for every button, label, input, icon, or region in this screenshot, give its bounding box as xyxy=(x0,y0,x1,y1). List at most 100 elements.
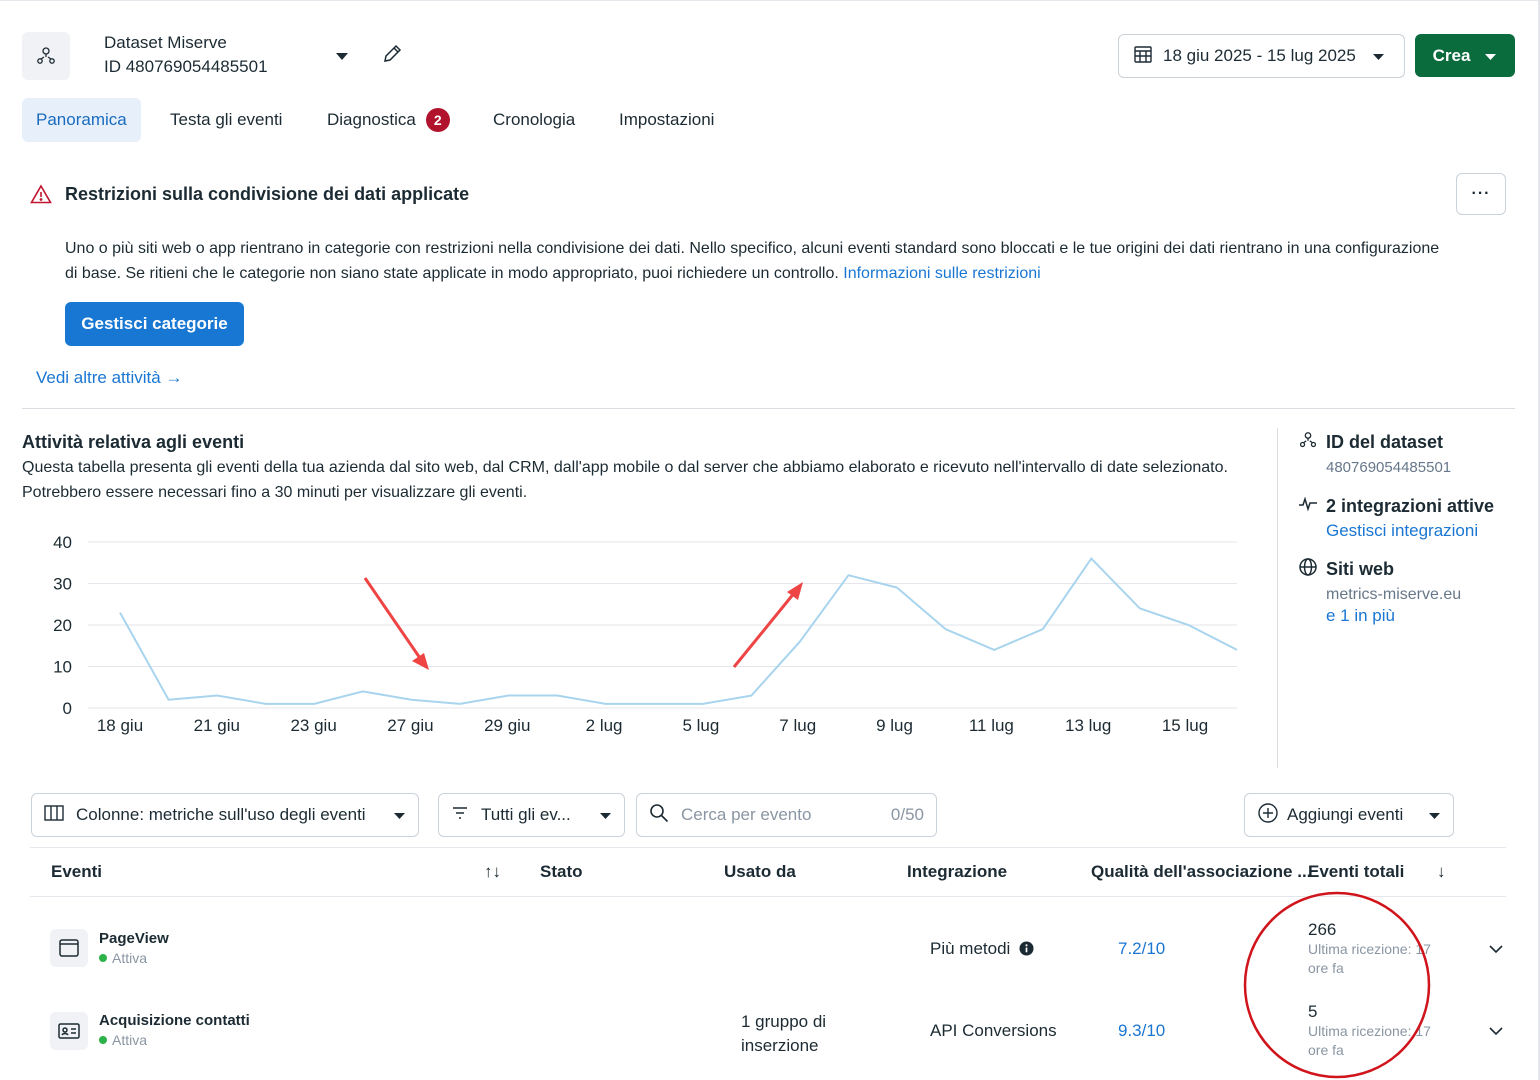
event-name[interactable]: PageView xyxy=(99,930,169,947)
used-by-cell[interactable]: 1 gruppo di inserzione xyxy=(741,1010,861,1058)
browser-window-icon xyxy=(50,929,88,967)
dataset-icon xyxy=(1298,430,1318,455)
x-tick-label: 9 lug xyxy=(876,716,913,735)
dataset-selector-chevron-down-icon[interactable] xyxy=(330,44,354,68)
x-tick-label: 13 lug xyxy=(1065,716,1111,735)
event-status: Attiva xyxy=(99,1032,250,1048)
info-icon[interactable] xyxy=(1019,941,1034,961)
chevron-down-icon xyxy=(1428,805,1441,825)
website-domain: metrics-miserve.eu xyxy=(1326,586,1462,603)
dataset-id-value: 480769054485501 xyxy=(1326,459,1452,476)
date-range-label: 18 giu 2025 - 15 lug 2025 xyxy=(1163,46,1356,65)
sort-icon[interactable]: ↑↓ xyxy=(484,862,501,882)
dataset-name: Dataset Miserve xyxy=(104,33,227,52)
chevron-down-icon xyxy=(393,805,406,825)
series-line xyxy=(119,557,1238,705)
vertical-divider xyxy=(1277,428,1278,768)
search-icon xyxy=(649,803,669,828)
chevron-down-icon xyxy=(1484,46,1497,66)
x-tick-label: 29 giu xyxy=(484,716,530,735)
create-button[interactable]: Crea xyxy=(1415,34,1515,77)
edit-pencil-icon[interactable] xyxy=(378,40,406,68)
event-status-label: Attiva xyxy=(112,1032,148,1048)
event-name[interactable]: Acquisizione contatti xyxy=(99,1012,250,1029)
column-header-events[interactable]: Eventi xyxy=(51,862,102,882)
chevron-down-icon xyxy=(1372,46,1385,66)
event-status: Attiva xyxy=(99,950,169,966)
add-events-button[interactable]: Aggiungi eventi xyxy=(1244,793,1454,837)
manage-categories-button[interactable]: Gestisci categorie xyxy=(65,302,244,346)
add-events-label: Aggiungi eventi xyxy=(1287,805,1404,824)
annotation-circle xyxy=(1243,891,1431,1079)
column-header-used-by[interactable]: Usato da xyxy=(724,862,796,882)
expand-row-chevron-down-icon[interactable] xyxy=(1486,939,1506,959)
websites-title: Siti web xyxy=(1326,559,1395,579)
sort-down-icon[interactable]: ↓ xyxy=(1437,862,1446,882)
x-tick-label: 23 giu xyxy=(290,716,336,735)
date-range-button[interactable]: 18 giu 2025 - 15 lug 2025 xyxy=(1118,34,1405,78)
annotation-arrowhead xyxy=(412,653,429,670)
activity-title: Attività relativa agli eventi xyxy=(22,432,245,452)
y-tick-label: 30 xyxy=(53,575,72,594)
events-activity-chart: 0 10 20 30 40 18 giu 21 giu 23 giu 27 giu 29 giu 2… xyxy=(53,533,1238,735)
filter-label: Tutti gli ev... xyxy=(481,805,571,824)
x-tick-label: 21 giu xyxy=(194,716,240,735)
more-websites-link[interactable]: e 1 in più xyxy=(1326,606,1461,626)
events-filter-dropdown[interactable]: Tutti gli ev... xyxy=(438,793,625,837)
column-header-integration[interactable]: Integrazione xyxy=(907,862,1007,882)
more-options-button[interactable]: ··· xyxy=(1456,173,1506,215)
dataset-id-panel: ID del dataset 480769054485501 xyxy=(1298,430,1451,476)
x-tick-label: 18 giu xyxy=(97,716,143,735)
integrations-panel: 2 integrazioni attive Gestisci integrazi… xyxy=(1298,494,1494,541)
restrictions-info-link[interactable]: Informazioni sulle restrizioni xyxy=(843,265,1040,282)
table-row[interactable] xyxy=(50,929,88,967)
table-header-top-border xyxy=(30,847,1506,848)
y-tick-label: 20 xyxy=(53,616,72,635)
contact-card-icon xyxy=(50,1012,88,1050)
dataset-id: ID 480769054485501 xyxy=(104,57,268,76)
tab-diagnostics-label: Diagnostica xyxy=(327,110,416,129)
expand-row-chevron-down-icon[interactable] xyxy=(1486,1021,1506,1041)
tab-overview[interactable]: Panoramica xyxy=(22,98,141,142)
table-row[interactable] xyxy=(50,1012,88,1050)
divider xyxy=(22,408,1515,409)
y-tick-label: 40 xyxy=(53,533,72,552)
x-tick-label: 2 lug xyxy=(586,716,623,735)
create-label: Crea xyxy=(1432,45,1471,65)
event-info: PageView Attiva xyxy=(99,930,169,966)
tab-diagnostics[interactable]: Diagnostica 2 xyxy=(313,98,464,142)
dataset-id-title: ID del dataset xyxy=(1326,432,1444,452)
x-tick-label: 11 lug xyxy=(969,716,1014,735)
integration-cell: Più metodi xyxy=(930,939,1034,961)
tab-test-events[interactable]: Testa gli eventi xyxy=(156,98,296,142)
column-header-total-events[interactable]: Eventi totali xyxy=(1308,862,1404,882)
x-tick-label: 5 lug xyxy=(682,716,719,735)
integrations-title: 2 integrazioni attive xyxy=(1326,496,1495,516)
websites-panel: Siti web metrics-miserve.eu e 1 in più xyxy=(1298,557,1461,626)
columns-icon xyxy=(44,804,64,826)
match-quality-score[interactable]: 7.2/10 xyxy=(1118,939,1165,959)
tab-history[interactable]: Cronologia xyxy=(479,98,589,142)
event-info: Acquisizione contatti Attiva xyxy=(99,1012,250,1048)
tab-settings[interactable]: Impostazioni xyxy=(605,98,728,142)
search-placeholder: Cerca per evento xyxy=(681,805,812,824)
columns-dropdown[interactable]: Colonne: metriche sull'uso degli eventi xyxy=(31,793,419,837)
column-header-match-quality[interactable]: Qualità dell'associazione ... xyxy=(1091,862,1311,882)
chevron-down-icon xyxy=(599,805,612,825)
y-tick-label: 0 xyxy=(63,699,72,718)
column-header-status[interactable]: Stato xyxy=(540,862,583,882)
alert-body-text: Uno o più siti web o app rientrano in ca… xyxy=(65,240,1440,282)
manage-integrations-link[interactable]: Gestisci integrazioni xyxy=(1326,521,1494,541)
search-count: 0/50 xyxy=(890,805,924,824)
x-tick-label: 7 lug xyxy=(779,716,816,735)
alert-body: Uno o più siti web o app rientrano in ca… xyxy=(65,236,1455,286)
search-input[interactable]: Cerca per evento 0/50 xyxy=(636,793,937,837)
globe-icon xyxy=(1298,557,1318,582)
see-more-activities-link[interactable]: Vedi altre attività → xyxy=(36,368,182,388)
dataset-icon xyxy=(22,32,70,80)
annotation-arrow-down xyxy=(363,577,424,662)
match-quality-score[interactable]: 9.3/10 xyxy=(1118,1021,1165,1041)
x-tick-label: 27 giu xyxy=(387,716,433,735)
filter-icon xyxy=(451,805,469,825)
integration-value: Più metodi xyxy=(930,939,1011,958)
